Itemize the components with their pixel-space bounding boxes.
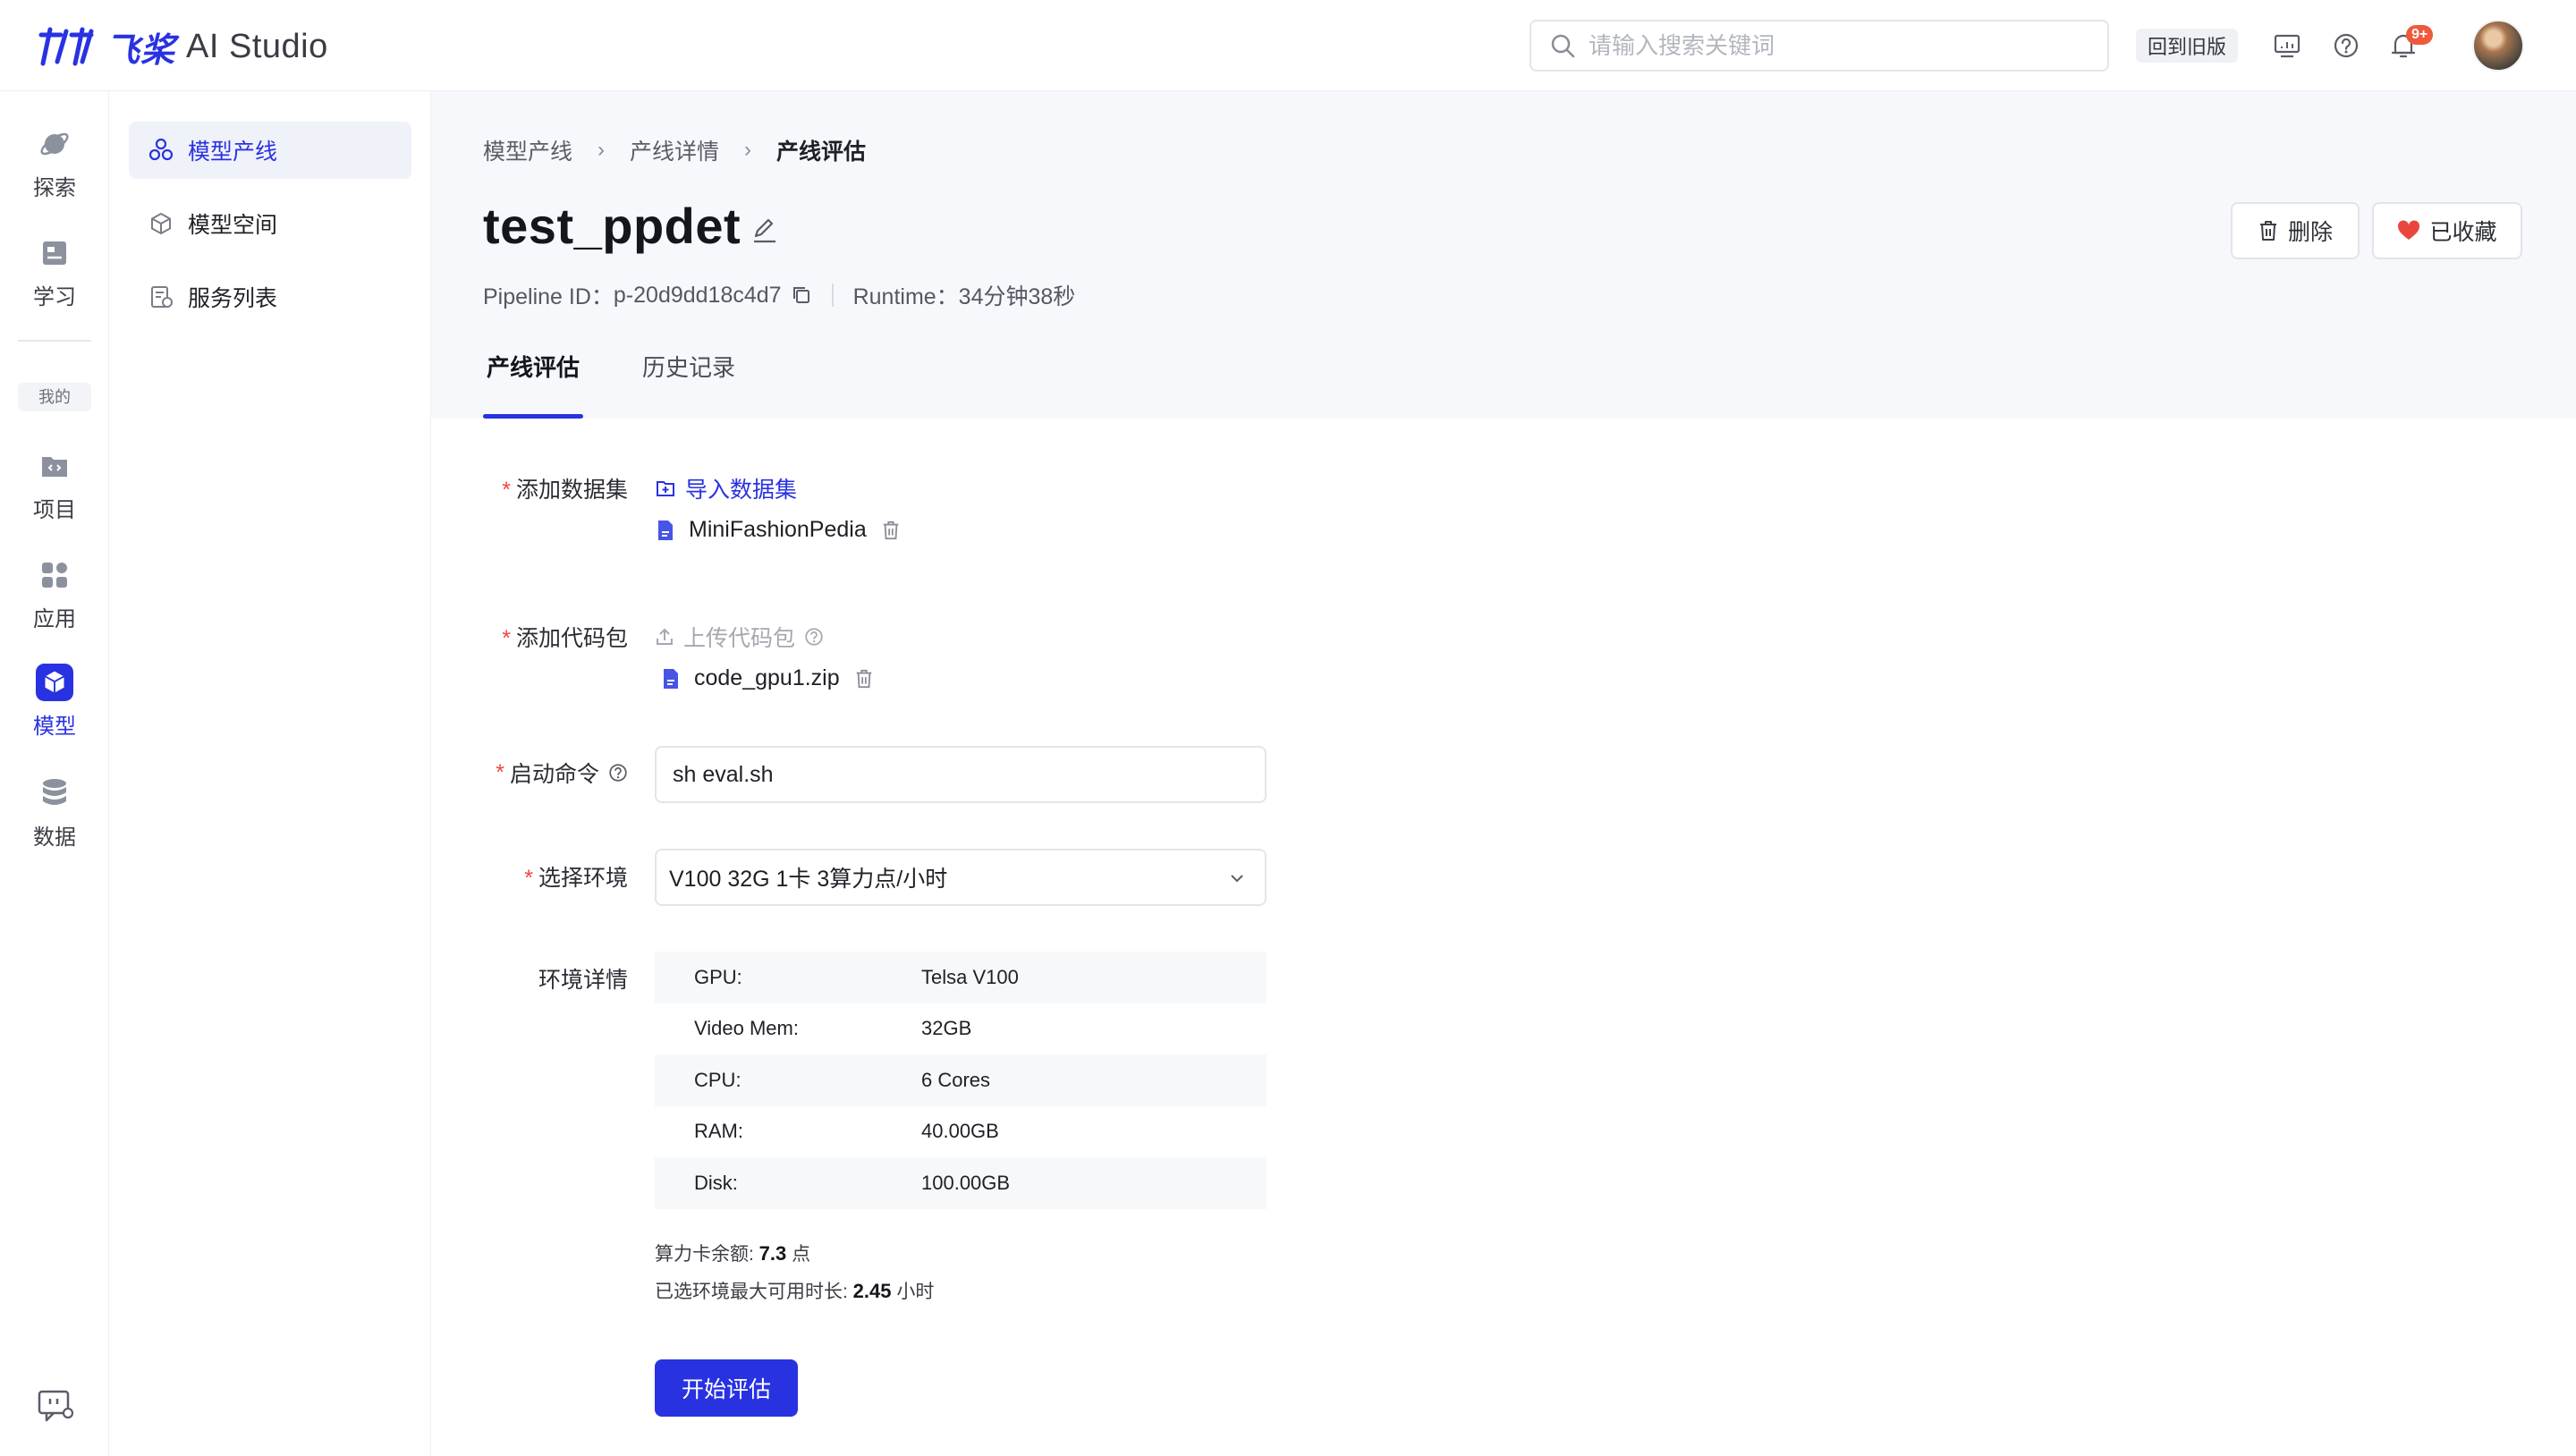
folder-code-icon	[36, 447, 73, 485]
upload-icon	[657, 628, 673, 645]
rail-item-explore[interactable]: 探索	[0, 125, 109, 201]
pipeline-meta: Pipeline ID： p-20d9dd18c4d7 Runtime： 34分…	[483, 279, 1075, 311]
chevron-right-icon: ›	[597, 138, 606, 162]
runtime-label: Runtime：	[852, 284, 959, 309]
breadcrumb: 模型产线 › 产线详情 › 产线评估	[483, 134, 866, 166]
help-icon[interactable]	[804, 627, 824, 647]
page-title: test_ppdet	[483, 198, 741, 254]
env-select[interactable]: V100 32G 1卡 3算力点/小时	[655, 849, 1267, 906]
subnav-item-service-list[interactable]: 服务列表	[129, 268, 411, 326]
database-icon	[36, 775, 73, 812]
monitor-icon[interactable]	[2272, 30, 2302, 61]
start-eval-button[interactable]: 开始评估	[655, 1359, 798, 1417]
table-row: Video Mem: 32GB	[694, 1017, 972, 1040]
required-mark: *	[524, 866, 533, 891]
env-detail-table: GPU: Telsa V100 Video Mem: 32GB CPU: 6 Core…	[655, 952, 1267, 1209]
tab-history[interactable]: 历史记录	[639, 351, 739, 419]
table-row: Disk: 100.00GB	[655, 1157, 1267, 1209]
import-icon	[657, 481, 674, 496]
grid-icon	[36, 556, 73, 594]
dataset-file-row: MiniFashionPedia	[657, 517, 901, 543]
box-icon	[151, 213, 171, 234]
code-file-name: code_gpu1.zip	[694, 665, 840, 690]
pipeline-icon	[148, 138, 174, 161]
heart-icon	[2398, 220, 2420, 240]
search-box[interactable]	[1530, 20, 2109, 72]
import-dataset-link[interactable]: 导入数据集	[655, 472, 797, 504]
rail-item-data[interactable]: 数据	[0, 775, 109, 851]
search-icon	[1551, 34, 1575, 58]
env-label: * 选择环境	[524, 866, 628, 891]
balance-note: 算力卡余额: 7.3 点	[655, 1242, 811, 1265]
avatar[interactable]	[2472, 20, 2524, 72]
meta-divider	[831, 284, 834, 307]
logo[interactable]: 飞桨 AI Studio	[36, 21, 328, 72]
rail-mine-label: 我的	[18, 383, 91, 411]
favorite-button[interactable]: 已收藏	[2372, 202, 2522, 259]
file-icon	[664, 668, 678, 689]
trash-icon[interactable]	[854, 668, 874, 690]
help-icon[interactable]	[2331, 30, 2361, 61]
secondary-nav: 模型产线 模型空间 服务列表	[109, 91, 431, 1456]
table-row: GPU: Telsa V100	[655, 952, 1267, 1003]
code-label: * 添加代码包	[502, 626, 628, 651]
trash-icon	[2259, 221, 2276, 241]
brand-cn: 飞桨	[106, 31, 176, 70]
paddle-logo-icon	[38, 27, 94, 66]
rail-item-learn[interactable]: 学习	[0, 234, 109, 310]
book-icon	[36, 234, 73, 272]
breadcrumb-item-detail[interactable]: 产线详情	[630, 134, 719, 166]
required-mark: *	[502, 478, 511, 503]
pipeline-id-value: p-20d9dd18c4d7	[613, 282, 782, 308]
runtime-value: 34分钟38秒	[958, 284, 1076, 309]
top-header: 飞桨 AI Studio 回到旧版 9+	[0, 0, 2576, 91]
max-time-note: 已选环境最大可用时长: 2.45 小时	[655, 1280, 935, 1302]
left-rail: 探索 学习 我的 项目 应用 模型 数据	[0, 91, 109, 1456]
delete-button[interactable]: 删除	[2231, 202, 2360, 259]
edit-icon[interactable]	[750, 215, 780, 245]
pipeline-header: 模型产线 › 产线详情 › 产线评估 test_ppdet Pipeline I…	[431, 91, 2576, 419]
code-file-row: code_gpu1.zip	[662, 665, 874, 691]
required-mark: *	[502, 626, 511, 651]
cube-icon	[36, 664, 73, 701]
upload-code-link[interactable]: 上传代码包	[655, 621, 824, 653]
service-list-icon	[151, 286, 173, 308]
pipeline-id-label: Pipeline ID：	[483, 284, 614, 309]
tab-bar: 产线评估 历史记录	[483, 351, 794, 419]
tab-pipeline-eval[interactable]: 产线评估	[483, 351, 584, 419]
trash-icon[interactable]	[881, 520, 901, 541]
rail-item-project[interactable]: 项目	[0, 447, 109, 523]
table-row: RAM: 40.00GB	[694, 1120, 999, 1143]
notification-badge: 9+	[2406, 25, 2434, 45]
subnav-item-model-pipeline[interactable]: 模型产线	[129, 122, 411, 179]
table-row: CPU: 6 Cores	[655, 1054, 1267, 1106]
chevron-right-icon: ›	[744, 138, 752, 162]
breadcrumb-item-pipeline[interactable]: 模型产线	[483, 134, 572, 166]
subnav-item-model-space[interactable]: 模型空间	[129, 195, 411, 252]
command-label: * 启动命令	[410, 757, 628, 789]
rail-divider	[18, 340, 91, 342]
command-input[interactable]: sh eval.sh	[655, 746, 1267, 803]
chevron-down-icon	[1231, 875, 1243, 883]
rail-item-model[interactable]: 模型	[0, 664, 109, 740]
file-icon	[658, 520, 673, 540]
max-time-value: 2.45	[852, 1280, 892, 1302]
copy-icon[interactable]	[791, 284, 812, 306]
planet-icon	[36, 125, 73, 163]
old-version-button[interactable]: 回到旧版	[2136, 29, 2238, 63]
feedback-icon[interactable]	[36, 1386, 74, 1424]
env-detail-label: 环境详情	[538, 968, 628, 993]
search-input[interactable]	[1589, 21, 2107, 70]
dataset-file-name: MiniFashionPedia	[689, 517, 867, 542]
rail-item-app[interactable]: 应用	[0, 556, 109, 632]
required-mark: *	[496, 759, 504, 785]
help-icon[interactable]	[608, 763, 628, 783]
balance-value: 7.3	[758, 1242, 787, 1265]
breadcrumb-item-current: 产线评估	[776, 140, 867, 165]
brand-en: AI Studio	[186, 27, 328, 65]
dataset-label: * 添加数据集	[502, 478, 628, 503]
